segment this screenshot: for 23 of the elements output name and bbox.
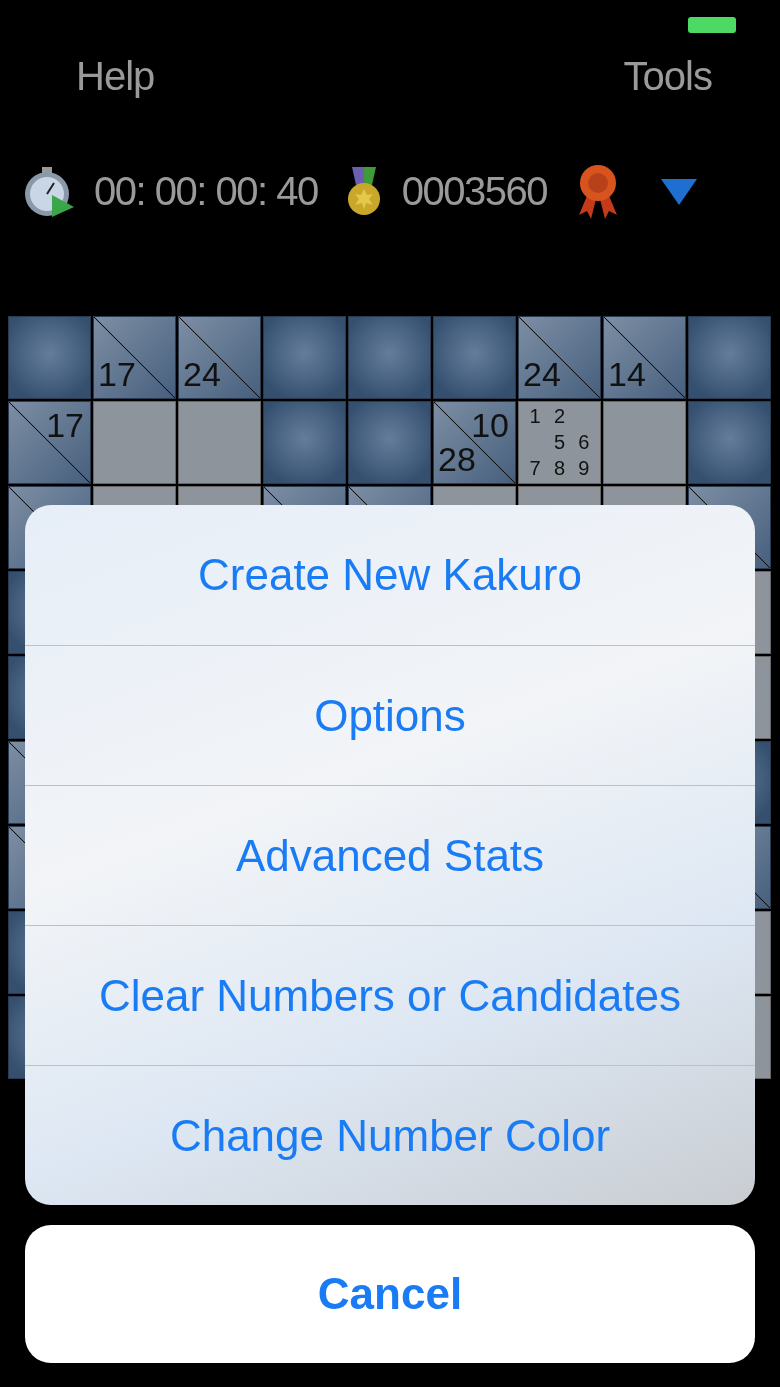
tools-button[interactable]: Tools (617, 50, 718, 103)
help-button[interactable]: Help (70, 50, 161, 103)
clue-number: 24 (523, 355, 561, 394)
score-text: 0003560 (401, 168, 547, 214)
candidate-digit: 9 (578, 456, 590, 480)
menu-item[interactable]: Create New Kakuro (25, 505, 755, 645)
clue-number: 14 (608, 355, 646, 394)
candidate-digit: 1 (529, 405, 541, 429)
candidate-digit: 8 (553, 456, 566, 480)
clue-number: 17 (46, 406, 84, 445)
menu-item[interactable]: Change Number Color (25, 1065, 755, 1205)
candidate-cell[interactable]: 1 2 5 6 7 8 9 (518, 401, 601, 484)
timer-text: 00: 00: 00: 40 (94, 168, 318, 214)
clue-number: 24 (183, 355, 221, 394)
clue-number: 17 (98, 355, 136, 394)
cancel-button[interactable]: Cancel (25, 1225, 755, 1363)
candidate-digit: 2 (553, 405, 566, 429)
menu-item[interactable]: Clear Numbers or Candidates (25, 925, 755, 1065)
candidate-digit: 5 (553, 431, 566, 454)
candidate-digit: 6 (578, 431, 590, 454)
menu-item[interactable]: Advanced Stats (25, 785, 755, 925)
menu-item[interactable]: Options (25, 645, 755, 785)
candidate-digit: 7 (529, 456, 541, 480)
